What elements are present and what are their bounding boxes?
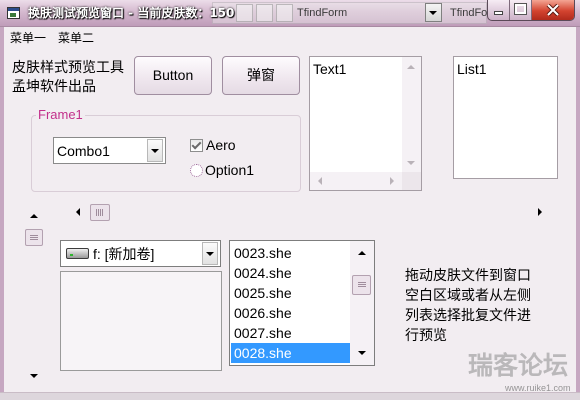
text1-horizontal-scrollbar[interactable] [310, 172, 402, 190]
list1-listbox[interactable]: List1 [453, 56, 558, 179]
text1-vertical-scrollbar[interactable] [402, 57, 421, 172]
scroll-up-icon[interactable] [30, 214, 38, 218]
window-bottom-border [0, 392, 580, 400]
text1-value: Text1 [313, 61, 347, 77]
background-window-title: TfindFo [450, 7, 488, 19]
scroll-up-icon[interactable] [407, 65, 415, 69]
background-dropdown-button [425, 3, 442, 22]
thumb-grip [358, 282, 366, 289]
horizontal-scroll-thumb[interactable] [90, 204, 110, 221]
scrollbar-corner [402, 172, 421, 190]
intro-line: 孟坤软件出品 [12, 78, 96, 94]
option1-radio[interactable] [190, 164, 203, 177]
file-list-item[interactable]: 0025.she [231, 283, 350, 303]
scroll-down-icon[interactable] [30, 374, 38, 378]
file-list[interactable]: 0023.she 0024.she 0025.she 0026.she 0027… [229, 240, 375, 366]
menu-item-1[interactable]: 菜单一 [10, 31, 46, 46]
menu-item-2[interactable]: 菜单二 [58, 31, 94, 46]
text1-textbox[interactable]: Text1 [309, 56, 422, 191]
background-toolbar-icon [276, 4, 293, 22]
drive-value: f: [新加卷] [93, 246, 155, 262]
file-list-item[interactable]: 0024.she [231, 263, 350, 283]
combo1[interactable]: Combo1 [53, 137, 166, 164]
directory-list[interactable] [60, 271, 222, 371]
title-bar[interactable]: 换肤测试预览窗口 - 当前皮肤数：150 TfindForm TfindFo [0, 0, 580, 27]
list1-item[interactable]: List1 [457, 61, 487, 77]
chevron-down-icon [429, 11, 437, 15]
close-button[interactable] [532, 0, 574, 20]
scroll-right-icon[interactable] [390, 177, 394, 185]
file-list-item[interactable]: 0023.she [231, 243, 350, 263]
background-window [212, 2, 487, 24]
maximize-icon [515, 4, 526, 14]
popup-button[interactable]: 弹窗 [222, 56, 300, 95]
combo1-value: Combo1 [57, 143, 110, 159]
file-list-item[interactable]: 0028.she [231, 343, 350, 363]
watermark-url: www.ruike1.com [505, 383, 571, 393]
file-list-item[interactable]: 0026.she [231, 303, 350, 323]
close-icon [546, 4, 560, 16]
thumb-grip [30, 235, 38, 241]
instruction-line: 拖动皮肤文件到窗口 [405, 267, 531, 283]
vertical-scroll-thumb[interactable] [25, 229, 43, 246]
chevron-down-icon [206, 252, 214, 256]
scroll-right-icon[interactable] [538, 208, 542, 216]
minimize-button[interactable] [488, 0, 510, 20]
instruction-line: 列表选择批复文件进 [405, 307, 531, 323]
drive-dropdown-button[interactable] [202, 242, 218, 265]
instruction-line: 行预览 [405, 327, 447, 343]
button-button[interactable]: Button [134, 56, 212, 95]
drive-select[interactable]: f: [新加卷] [60, 240, 221, 267]
intro-line: 皮肤样式预览工具 [12, 59, 124, 75]
scroll-down-icon[interactable] [407, 161, 415, 165]
file-list-scrollbar[interactable] [350, 241, 374, 365]
watermark-name: 瑞客论坛 [468, 352, 569, 380]
combo1-dropdown-button[interactable] [147, 139, 163, 162]
main-horizontal-scrollbar[interactable] [68, 203, 550, 222]
instruction-line: 空白区域或者从左侧 [405, 287, 531, 303]
main-vertical-scrollbar[interactable] [24, 208, 44, 385]
minimize-icon [494, 11, 503, 15]
background-toolbar-icon [236, 4, 253, 22]
hard-drive-icon [66, 248, 89, 259]
thumb-grip [96, 209, 103, 216]
scroll-down-icon[interactable] [358, 351, 366, 355]
scroll-left-icon[interactable] [318, 177, 322, 185]
option1-radio-label[interactable]: Option1 [205, 162, 254, 178]
scroll-left-icon[interactable] [76, 208, 80, 216]
background-toolbar-icon [256, 4, 273, 22]
frame1-label: Frame1 [36, 107, 85, 122]
scroll-up-icon[interactable] [358, 251, 366, 255]
file-list-item[interactable]: 0027.she [231, 323, 350, 343]
background-window-title: TfindForm [297, 7, 348, 19]
maximize-button[interactable] [510, 0, 532, 20]
window-controls [487, 0, 575, 21]
aero-checkbox-label[interactable]: Aero [206, 137, 236, 153]
file-list-scroll-thumb[interactable] [352, 275, 371, 296]
window-title: 换肤测试预览窗口 - 当前皮肤数：150 [28, 6, 235, 20]
app-icon[interactable] [7, 7, 20, 19]
aero-checkbox[interactable] [190, 139, 203, 152]
chevron-down-icon [151, 149, 159, 153]
